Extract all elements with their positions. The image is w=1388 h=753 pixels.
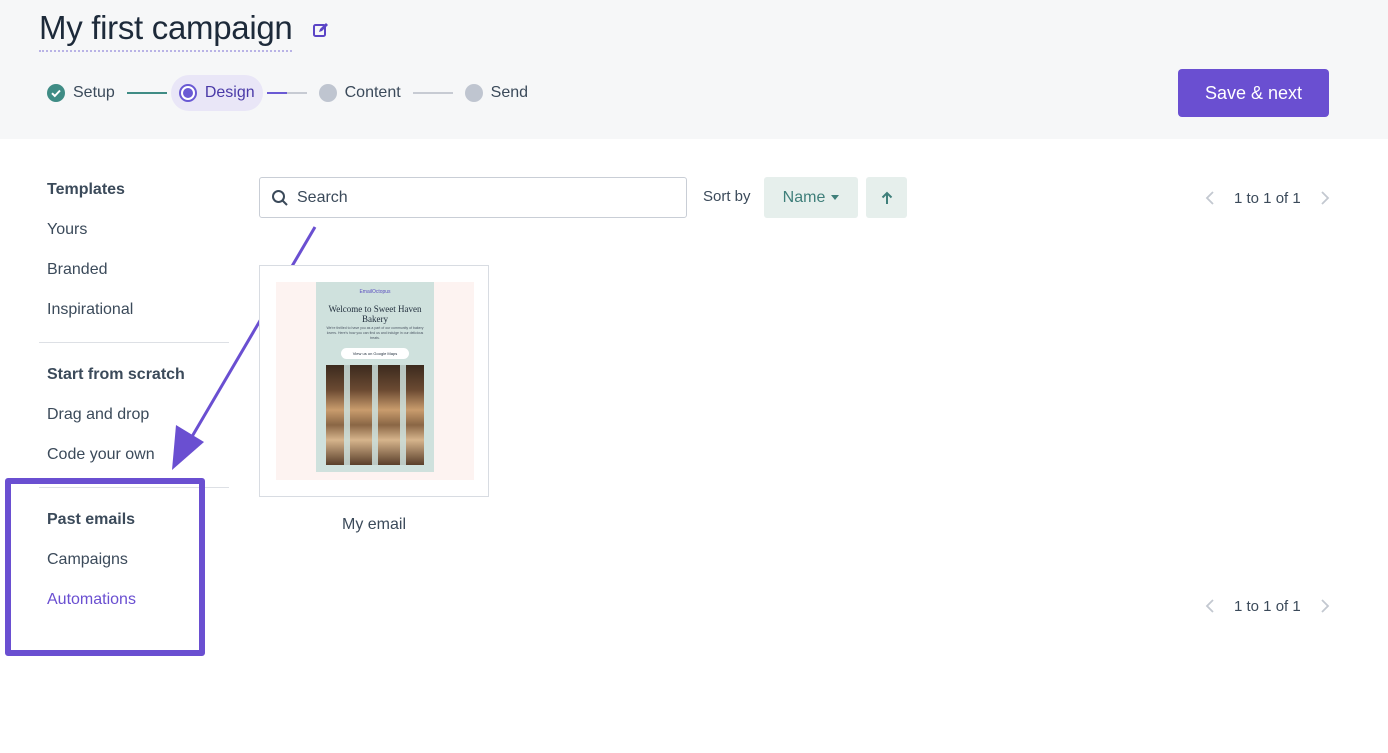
step-send[interactable]: Send [457, 75, 536, 111]
search-input[interactable] [297, 188, 677, 207]
template-name[interactable]: My email [259, 516, 489, 534]
step-label: Send [490, 84, 529, 101]
search-icon [272, 189, 288, 206]
sidebar-item-drag-and-drop[interactable]: Drag and drop [39, 395, 229, 435]
pagination-text: 1 to 1 of 1 [1234, 189, 1301, 207]
chevron-right-icon[interactable] [1315, 188, 1335, 208]
chevron-left-icon[interactable] [1200, 188, 1220, 208]
sidebar-item-campaigns[interactable]: Campaigns [39, 540, 229, 580]
sidebar-group-title: Past emails [47, 511, 136, 528]
bakery-photo [326, 365, 424, 465]
email-cta: View us on Google Maps [341, 348, 409, 359]
pending-step-icon [464, 84, 483, 102]
pagination-text: 1 to 1 of 1 [1234, 597, 1301, 615]
sort-label: Sort by [703, 188, 751, 205]
caret-down-icon [831, 195, 840, 200]
email-brand: EmailOctopus [359, 289, 391, 295]
pending-step-icon [318, 84, 337, 102]
step-label: Content [344, 84, 401, 101]
step-setup[interactable]: Setup [39, 75, 123, 111]
campaign-header: My first campaign Setup Design Content S… [0, 0, 1388, 139]
sidebar-item-branded[interactable]: Branded [39, 250, 229, 290]
sidebar-item-automations[interactable]: Automations [39, 580, 229, 620]
sort-value: Name [782, 188, 826, 206]
sidebar-divider [39, 487, 229, 488]
campaign-stepper: Setup Design Content Send [39, 75, 536, 111]
step-label: Setup [73, 84, 115, 101]
template-thumbnail: EmailOctopus Welcome to Sweet Haven Bake… [276, 282, 474, 480]
chevron-right-icon[interactable] [1315, 596, 1335, 616]
sidebar-group-title: Start from scratch [47, 366, 185, 383]
pagination-bottom: 1 to 1 of 1 [1200, 596, 1335, 616]
sort-select[interactable]: Name [764, 177, 858, 218]
sidebar-item-code-your-own[interactable]: Code your own [39, 435, 229, 475]
title-wrap: My first campaign [39, 8, 330, 52]
save-next-button[interactable]: Save & next [1178, 69, 1329, 117]
email-preview-column: EmailOctopus Welcome to Sweet Haven Bake… [316, 282, 434, 472]
campaign-title[interactable]: My first campaign [39, 8, 293, 52]
chevron-left-icon[interactable] [1200, 596, 1220, 616]
pagination-top: 1 to 1 of 1 [1200, 188, 1335, 208]
email-body: We're thrilled to have you as a part of … [326, 326, 424, 340]
email-headline: Welcome to Sweet Haven Bakery [328, 304, 422, 324]
step-content[interactable]: Content [311, 75, 409, 111]
sidebar-item-yours[interactable]: Yours [39, 210, 229, 250]
sidebar-divider [39, 342, 229, 343]
search-field[interactable] [259, 177, 687, 218]
active-step-icon [178, 84, 197, 102]
step-connector [412, 92, 453, 94]
step-design[interactable]: Design [170, 75, 263, 111]
sidebar-item-inspirational[interactable]: Inspirational [39, 290, 229, 330]
arrow-up-icon [881, 191, 892, 204]
check-circle-icon [47, 84, 65, 102]
step-connector [266, 92, 307, 94]
template-card[interactable]: EmailOctopus Welcome to Sweet Haven Bake… [259, 265, 489, 497]
template-sidebar: Templates Yours Branded Inspirational St… [39, 170, 229, 620]
edit-icon[interactable] [312, 21, 330, 39]
step-label: Design [204, 84, 255, 101]
sort-direction-button[interactable] [866, 177, 907, 218]
step-connector [126, 92, 167, 94]
sidebar-group-title: Templates [47, 181, 125, 198]
